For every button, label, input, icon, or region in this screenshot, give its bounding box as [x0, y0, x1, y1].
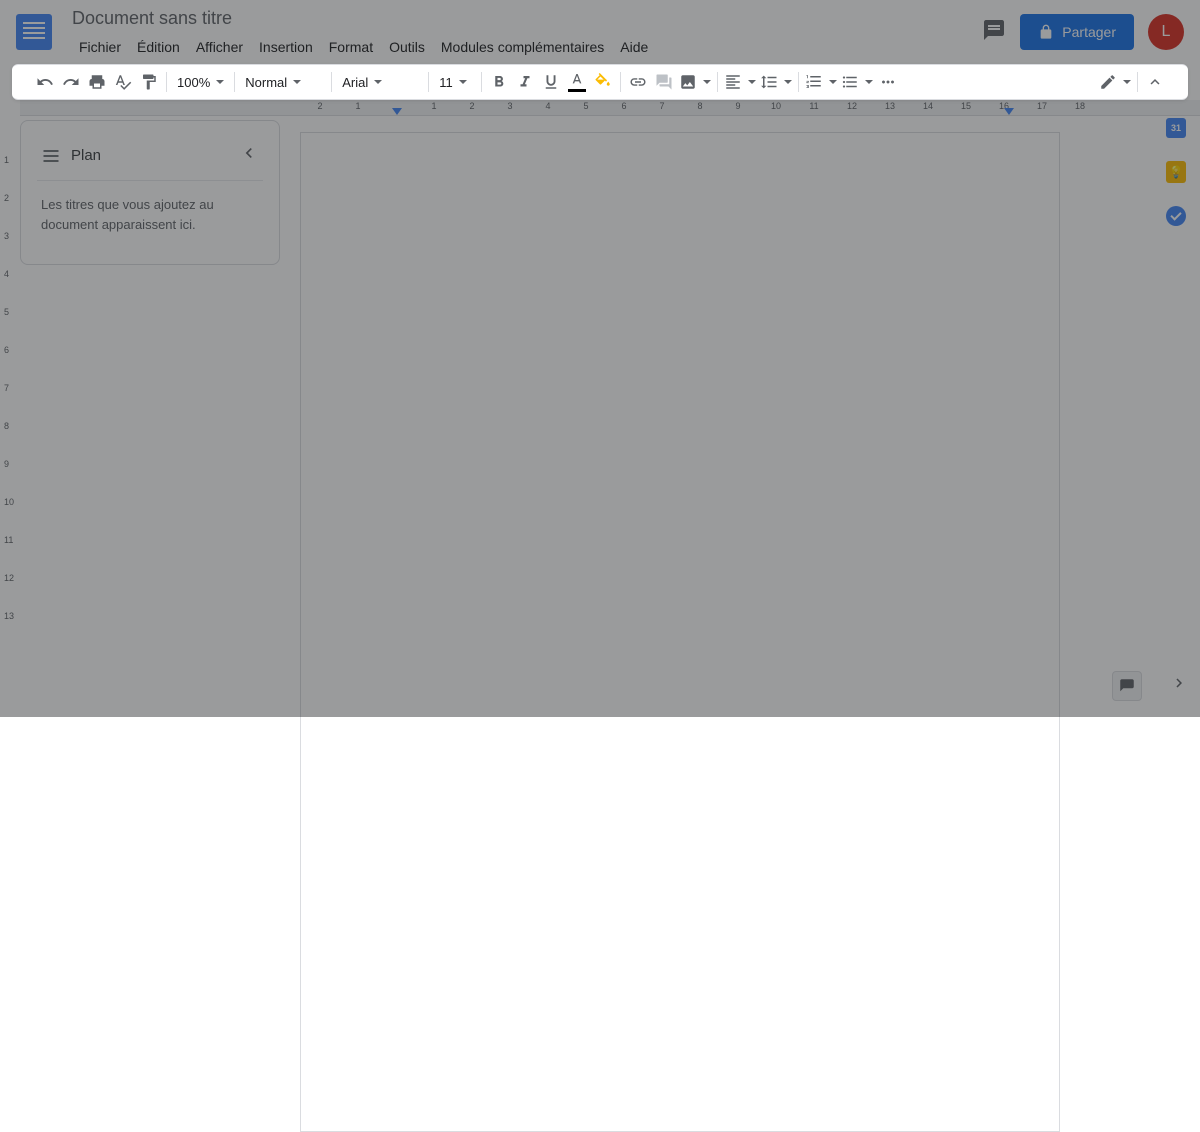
line-spacing-button[interactable] — [758, 69, 794, 95]
editing-mode-button[interactable] — [1097, 69, 1133, 95]
document-title[interactable]: Document sans titre — [72, 6, 982, 31]
side-panel: 31 💡 — [1152, 100, 1200, 717]
menu-insertion[interactable]: Insertion — [252, 35, 320, 59]
calendar-icon[interactable]: 31 — [1164, 116, 1188, 140]
document-page[interactable] — [300, 132, 1060, 1132]
bulleted-list-button[interactable] — [839, 69, 875, 95]
undo-button[interactable] — [32, 69, 58, 95]
right-indent-marker[interactable] — [1004, 108, 1014, 115]
vertical-ruler: 1 2 3 4 5 6 7 8 9 10 11 12 13 — [0, 100, 20, 717]
style-value: Normal — [245, 75, 287, 90]
outline-empty-text: Les titres que vous ajoutez au document … — [37, 181, 263, 248]
docs-logo-icon[interactable] — [16, 14, 52, 50]
chevron-down-icon — [216, 80, 224, 84]
checklist-button[interactable] — [803, 69, 839, 95]
insert-image-button[interactable] — [677, 69, 713, 95]
chevron-down-icon — [1123, 80, 1131, 84]
chevron-down-icon — [703, 80, 711, 84]
outline-title: Plan — [71, 147, 229, 164]
size-value: 11 — [439, 75, 453, 90]
bold-button[interactable] — [486, 69, 512, 95]
menu-edition[interactable]: Édition — [130, 35, 187, 59]
menu-modules[interactable]: Modules complémentaires — [434, 35, 611, 59]
redo-button[interactable] — [58, 69, 84, 95]
more-button[interactable] — [875, 69, 901, 95]
chevron-down-icon — [374, 80, 382, 84]
share-button-label: Partager — [1062, 24, 1116, 40]
toolbar: 100% Normal Arial 11 — [12, 64, 1188, 100]
highlight-color-button[interactable] — [590, 69, 616, 95]
chevron-down-icon — [748, 80, 756, 84]
paragraph-style-select[interactable]: Normal — [239, 69, 327, 95]
share-button[interactable]: Partager — [1020, 14, 1134, 50]
left-indent-marker[interactable] — [392, 108, 402, 115]
paint-format-button[interactable] — [136, 69, 162, 95]
chevron-down-icon — [459, 80, 467, 84]
avatar[interactable]: L — [1148, 14, 1184, 50]
menu-format[interactable]: Format — [322, 35, 380, 59]
outline-icon — [41, 146, 61, 166]
font-size-select[interactable]: 11 — [433, 69, 477, 95]
chevron-down-icon — [829, 80, 837, 84]
spellcheck-button[interactable] — [110, 69, 136, 95]
menu-outils[interactable]: Outils — [382, 35, 432, 59]
font-select[interactable]: Arial — [336, 69, 424, 95]
insert-comment-button[interactable] — [651, 69, 677, 95]
outline-panel: Plan Les titres que vous ajoutez au docu… — [20, 120, 280, 265]
align-button[interactable] — [722, 69, 758, 95]
menu-fichier[interactable]: Fichier — [72, 35, 128, 59]
tasks-icon[interactable] — [1164, 204, 1188, 228]
menu-aide[interactable]: Aide — [613, 35, 655, 59]
chevron-down-icon — [865, 80, 873, 84]
print-button[interactable] — [84, 69, 110, 95]
comments-icon[interactable] — [982, 18, 1006, 47]
insert-link-button[interactable] — [625, 69, 651, 95]
chevron-down-icon — [784, 80, 792, 84]
keep-icon[interactable]: 💡 — [1164, 160, 1188, 184]
side-expand-button[interactable] — [1170, 674, 1188, 697]
italic-button[interactable] — [512, 69, 538, 95]
zoom-select[interactable]: 100% — [171, 69, 230, 95]
horizontal-ruler[interactable]: 2 1 1 2 3 4 5 6 7 8 9 10 11 12 13 14 15 … — [20, 100, 1200, 116]
collapse-toolbar-button[interactable] — [1142, 69, 1168, 95]
text-color-button[interactable] — [564, 69, 590, 95]
outline-collapse-button[interactable] — [239, 143, 259, 168]
menubar: Fichier Édition Afficher Insertion Forma… — [72, 35, 982, 59]
zoom-value: 100% — [177, 75, 210, 90]
menu-afficher[interactable]: Afficher — [189, 35, 250, 59]
explore-button[interactable] — [1112, 671, 1142, 701]
chevron-down-icon — [293, 80, 301, 84]
underline-button[interactable] — [538, 69, 564, 95]
font-value: Arial — [342, 75, 368, 90]
